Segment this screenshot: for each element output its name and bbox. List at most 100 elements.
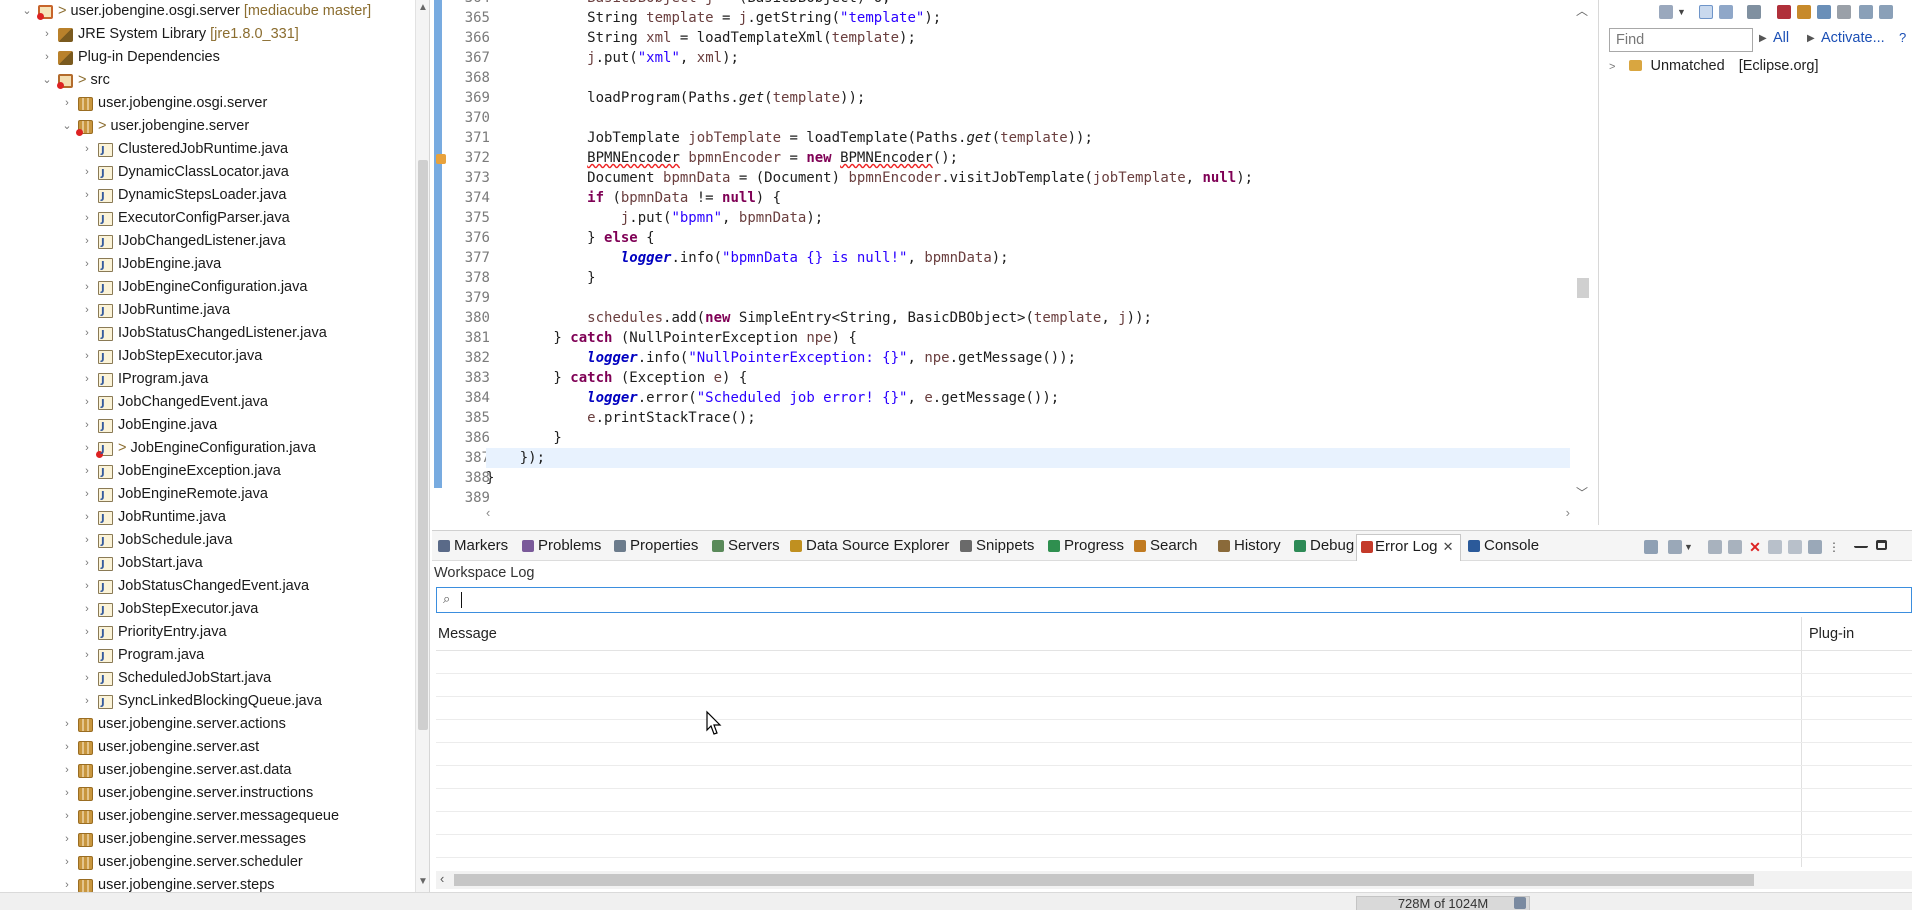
code-line[interactable]: if (bpmnData != null) { (486, 188, 1570, 208)
task-category-item[interactable]: > Unmatched [Eclipse.org] (1609, 58, 1818, 74)
code-line[interactable] (486, 108, 1570, 128)
chevron-right-icon[interactable]: › (80, 207, 94, 230)
tree-item[interactable]: › IProgram.java (0, 368, 415, 392)
chevron-right-icon[interactable]: › (80, 414, 94, 437)
chevron-right-icon[interactable]: › (60, 851, 74, 874)
tree-item[interactable]: › Program.java (0, 644, 415, 668)
code-line[interactable]: logger.error("Scheduled job error! {}", … (486, 388, 1570, 408)
code-line[interactable]: } (486, 468, 1570, 488)
link-icon[interactable] (1817, 5, 1831, 19)
code-line[interactable]: j.put("bpmn", bpmnData); (486, 208, 1570, 228)
view-menu-icon[interactable]: ⋮ (1828, 540, 1840, 554)
chevron-right-icon[interactable]: › (80, 690, 94, 713)
tab-search[interactable]: Search (1132, 536, 1198, 558)
chevron-right-icon[interactable]: › (80, 529, 94, 552)
code-line[interactable] (486, 488, 1570, 505)
minimize-icon[interactable] (1854, 540, 1868, 548)
code-line[interactable]: String template = j.getString("template"… (486, 8, 1570, 28)
chevron-down-icon[interactable]: ﹀ (1576, 484, 1588, 501)
tree-item[interactable]: › JobStatusChangedEvent.java (0, 575, 415, 599)
tree-item[interactable]: › user.jobengine.server.actions (0, 713, 415, 736)
open-log-icon[interactable] (1768, 540, 1782, 554)
dropdown-arrow-icon[interactable]: ▼ (1684, 540, 1693, 554)
table-row[interactable] (436, 834, 1912, 835)
tab-progress[interactable]: Progress (1046, 536, 1124, 558)
tab-servers[interactable]: Servers (710, 536, 780, 558)
code-line[interactable] (486, 68, 1570, 88)
new-task-icon[interactable] (1659, 5, 1673, 19)
close-icon[interactable]: ✕ (1748, 540, 1762, 554)
table-row[interactable] (436, 719, 1912, 720)
code-editor[interactable]: 364 365 366 367 368 369 370 371 372 373 374 375 376 3… (432, 0, 1594, 525)
chevron-right-icon[interactable]: › (80, 299, 94, 322)
code-line[interactable]: } (486, 428, 1570, 448)
chevron-right-icon[interactable]: › (1566, 505, 1570, 520)
maximize-view-icon[interactable] (1879, 5, 1893, 19)
chevron-right-icon[interactable]: › (80, 667, 94, 690)
table-row[interactable] (436, 857, 1912, 858)
activate-link[interactable]: Activate... (1821, 30, 1885, 46)
chevron-right-icon[interactable]: › (60, 782, 74, 805)
chevron-right-icon[interactable]: › (40, 23, 54, 46)
code-line[interactable]: String xml = loadTemplateXml(template); (486, 28, 1570, 48)
tab-history[interactable]: History (1216, 536, 1281, 558)
help-icon[interactable]: ? (1899, 30, 1906, 45)
code-line[interactable]: } catch (NullPointerException npe) { (486, 328, 1570, 348)
chevron-right-icon[interactable]: › (80, 184, 94, 207)
chevron-right-icon[interactable]: › (60, 713, 74, 736)
tab-markers[interactable]: Markers (436, 536, 508, 558)
code-line[interactable] (486, 288, 1570, 308)
delete-log-icon[interactable] (1728, 540, 1742, 554)
chevron-right-icon[interactable]: › (80, 322, 94, 345)
scroll-down-arrow-icon[interactable]: ▼ (416, 876, 429, 887)
log-horizontal-scrollbar[interactable]: ‹ (436, 871, 1912, 889)
garbage-collect-icon[interactable] (1514, 897, 1526, 909)
chevron-right-icon[interactable]: › (80, 368, 94, 391)
tree-item[interactable]: › DynamicStepsLoader.java (0, 184, 415, 208)
tree-scrollbar[interactable]: ▲ ▼ (415, 0, 429, 910)
tree-item[interactable]: › JobChangedEvent.java (0, 391, 415, 415)
chevron-right-icon[interactable]: › (80, 161, 94, 184)
chevron-up-icon[interactable]: ︿ (1576, 2, 1588, 19)
tree-item[interactable]: › user.jobengine.server.ast.data (0, 759, 415, 782)
tree-item[interactable]: › IJobChangedListener.java (0, 230, 415, 254)
table-row[interactable] (436, 696, 1912, 697)
tree-item[interactable]: › JobStepExecutor.java (0, 598, 415, 622)
tree-item[interactable]: › JobStart.java (0, 552, 415, 576)
tree-item[interactable]: › JRE System Library [jre1.8.0_331] (0, 23, 415, 46)
tree-item[interactable]: › JobSchedule.java (0, 529, 415, 553)
chevron-right-icon[interactable]: › (80, 483, 94, 506)
tree-item[interactable]: › DynamicClassLocator.java (0, 161, 415, 185)
tree-item[interactable]: › JobEngineException.java (0, 460, 415, 484)
chevron-right-icon[interactable]: › (80, 644, 94, 667)
tree-item[interactable]: › IJobStatusChangedListener.java (0, 322, 415, 346)
table-row[interactable] (436, 788, 1912, 789)
tree-item[interactable]: › IJobStepExecutor.java (0, 345, 415, 369)
tab-debug[interactable]: Debug (1292, 536, 1354, 558)
categorized-icon[interactable] (1699, 5, 1713, 19)
chevron-right-icon[interactable]: › (80, 598, 94, 621)
code-line[interactable]: BasicDBObject j = (BasicDBObject) o; (486, 0, 1570, 8)
tree-item[interactable]: › > JobEngineConfiguration.java (0, 437, 415, 461)
chevron-right-icon[interactable]: › (80, 230, 94, 253)
tree-item[interactable]: › user.jobengine.server.instructions (0, 782, 415, 805)
code-line[interactable]: logger.info("NullPointerException: {}", … (486, 348, 1570, 368)
code-area[interactable]: BasicDBObject j = (BasicDBObject) o; Str… (486, 0, 1570, 505)
code-line[interactable]: JobTemplate jobTemplate = loadTemplate(P… (486, 128, 1570, 148)
chevron-right-icon[interactable]: › (80, 276, 94, 299)
chevron-right-icon[interactable]: › (80, 575, 94, 598)
tree-item[interactable]: ⌄ > src (0, 69, 415, 92)
chevron-down-icon[interactable]: ⌄ (60, 115, 74, 138)
code-line[interactable]: Document bpmnData = (Document) bpmnEncod… (486, 168, 1570, 188)
activate-on-new-events-icon[interactable] (1808, 540, 1822, 554)
tree-item[interactable]: › JobRuntime.java (0, 506, 415, 530)
import-log-icon[interactable] (1668, 540, 1682, 554)
tree-item[interactable]: › IJobEngine.java (0, 253, 415, 277)
editor-vertical-scrollbar[interactable]: ︿ ﹀ (1574, 0, 1590, 505)
tree-item[interactable]: › PriorityEntry.java (0, 621, 415, 645)
tree-item[interactable]: › ExecutorConfigParser.java (0, 207, 415, 231)
tab-error-log[interactable]: Error Log ✕ (1356, 534, 1461, 561)
chevron-right-icon[interactable]: › (80, 621, 94, 644)
table-row[interactable] (436, 765, 1912, 766)
synchronize-icon[interactable] (1747, 5, 1761, 19)
